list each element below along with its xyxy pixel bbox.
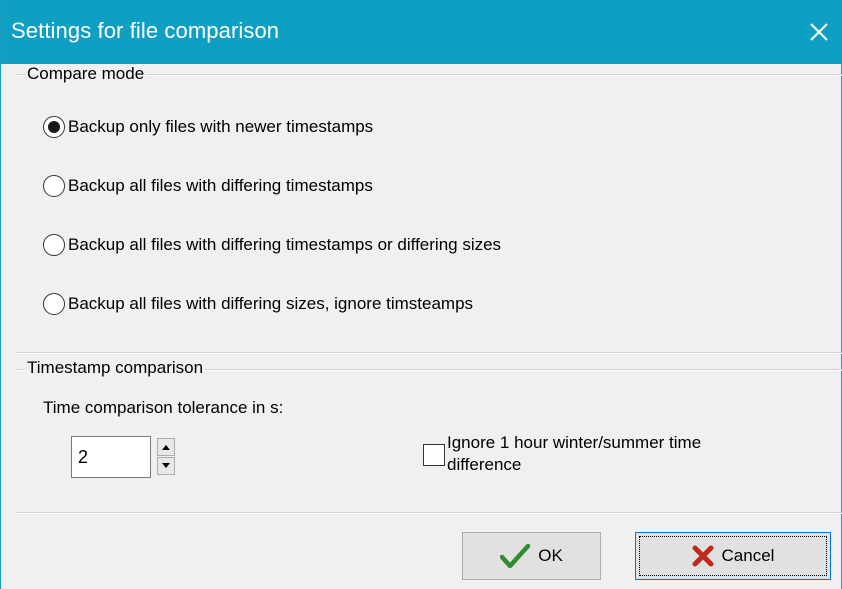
cross-icon bbox=[692, 545, 714, 567]
spin-up-button[interactable] bbox=[157, 438, 175, 456]
radio-button[interactable] bbox=[43, 234, 65, 256]
radio-option-differing-sizes[interactable]: Backup all files with differing sizes, i… bbox=[43, 293, 473, 315]
radio-label: Backup all files with differing timestam… bbox=[68, 176, 373, 195]
radio-option-timestamps-or-sizes[interactable]: Backup all files with differing timestam… bbox=[43, 234, 501, 256]
radio-button-selected[interactable] bbox=[43, 116, 65, 138]
checkmark-icon bbox=[500, 543, 531, 569]
window-title: Settings for file comparison bbox=[11, 18, 280, 43]
tolerance-input[interactable] bbox=[71, 436, 151, 478]
timestamp-comparison-legend: Timestamp comparison bbox=[25, 358, 206, 378]
radio-option-differing-timestamps[interactable]: Backup all files with differing timestam… bbox=[43, 175, 373, 197]
dialog-window: Settings for file comparison Compare mod… bbox=[0, 0, 842, 589]
radio-button[interactable] bbox=[43, 293, 65, 315]
close-icon bbox=[810, 23, 828, 41]
ignore-dst-label-line1: Ignore 1 hour winter/summer time bbox=[447, 433, 702, 452]
arrow-up-icon bbox=[162, 445, 170, 450]
radio-label: Backup only files with newer timestamps bbox=[68, 117, 374, 136]
close-button[interactable] bbox=[795, 0, 842, 64]
radio-label: Backup all files with differing timestam… bbox=[68, 235, 502, 254]
bottom-separator-highlight bbox=[15, 513, 842, 514]
radio-option-newer-timestamps[interactable]: Backup only files with newer timestamps bbox=[43, 116, 373, 138]
radio-button[interactable] bbox=[43, 175, 65, 197]
title-bar: Settings for file comparison bbox=[1, 0, 842, 64]
ok-button[interactable]: OK bbox=[462, 532, 601, 580]
compare-mode-legend: Compare mode bbox=[25, 64, 147, 84]
ok-button-label: OK bbox=[538, 546, 563, 565]
ignore-dst-label-line2: difference bbox=[447, 455, 522, 474]
arrow-down-icon bbox=[162, 463, 170, 468]
ignore-dst-checkbox[interactable] bbox=[423, 444, 445, 466]
group-separator-highlight bbox=[15, 353, 842, 354]
ignore-dst-label: Ignore 1 hour winter/summer time differe… bbox=[447, 432, 807, 476]
tolerance-label: Time comparison tolerance in s: bbox=[43, 398, 284, 417]
cancel-button-label: Cancel bbox=[721, 546, 775, 565]
cancel-button[interactable]: Cancel bbox=[635, 532, 831, 580]
ignore-dst-checkbox-row[interactable]: Ignore 1 hour winter/summer time differe… bbox=[423, 432, 807, 476]
radio-label: Backup all files with differing sizes, i… bbox=[68, 294, 474, 313]
spin-down-button[interactable] bbox=[157, 457, 175, 475]
